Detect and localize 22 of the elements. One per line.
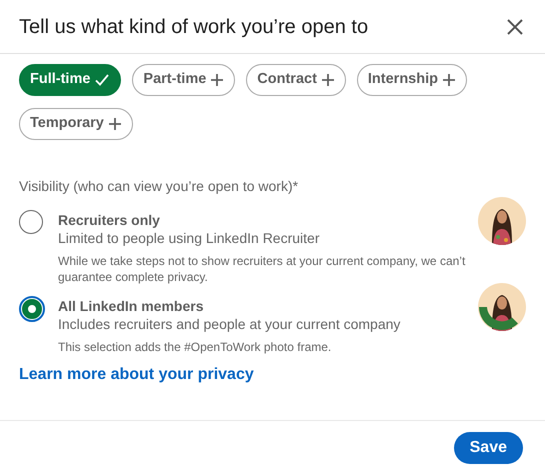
privacy-link[interactable]: Learn more about your privacy xyxy=(19,363,254,387)
save-button[interactable]: Save xyxy=(454,432,523,464)
job-type-chip[interactable]: Internship xyxy=(356,64,467,96)
job-type-chip[interactable]: Temporary xyxy=(19,108,133,140)
plus-icon xyxy=(108,117,122,131)
plus-icon xyxy=(210,73,224,87)
option-subtitle: Limited to people using LinkedIn Recruiter xyxy=(58,229,320,247)
plus-icon xyxy=(442,73,456,87)
radio-button[interactable] xyxy=(19,210,43,234)
job-type-chip[interactable]: Part-time xyxy=(132,64,236,96)
option-title: All LinkedIn members xyxy=(58,297,204,315)
option-subtitle: Includes recruiters and people at your current company xyxy=(58,315,402,333)
visibility-label: Visibility (who can view you’re open to work)* xyxy=(19,177,300,196)
option-note: While we take steps not to show recruiters at your current company, we can’t guarantee complete privacy. xyxy=(58,253,466,285)
check-icon xyxy=(94,72,110,88)
job-type-chip[interactable]: Contract xyxy=(246,64,346,96)
option-title: Recruiters only xyxy=(58,211,161,229)
radio-button[interactable] xyxy=(19,296,45,322)
dialog-title: Tell us what kind of work you’re open to xyxy=(19,14,368,40)
option-note: This selection adds the #OpenToWork photo frame. xyxy=(58,339,332,355)
plus-icon xyxy=(320,73,335,87)
job-type-chip[interactable]: Full-time xyxy=(19,64,122,96)
